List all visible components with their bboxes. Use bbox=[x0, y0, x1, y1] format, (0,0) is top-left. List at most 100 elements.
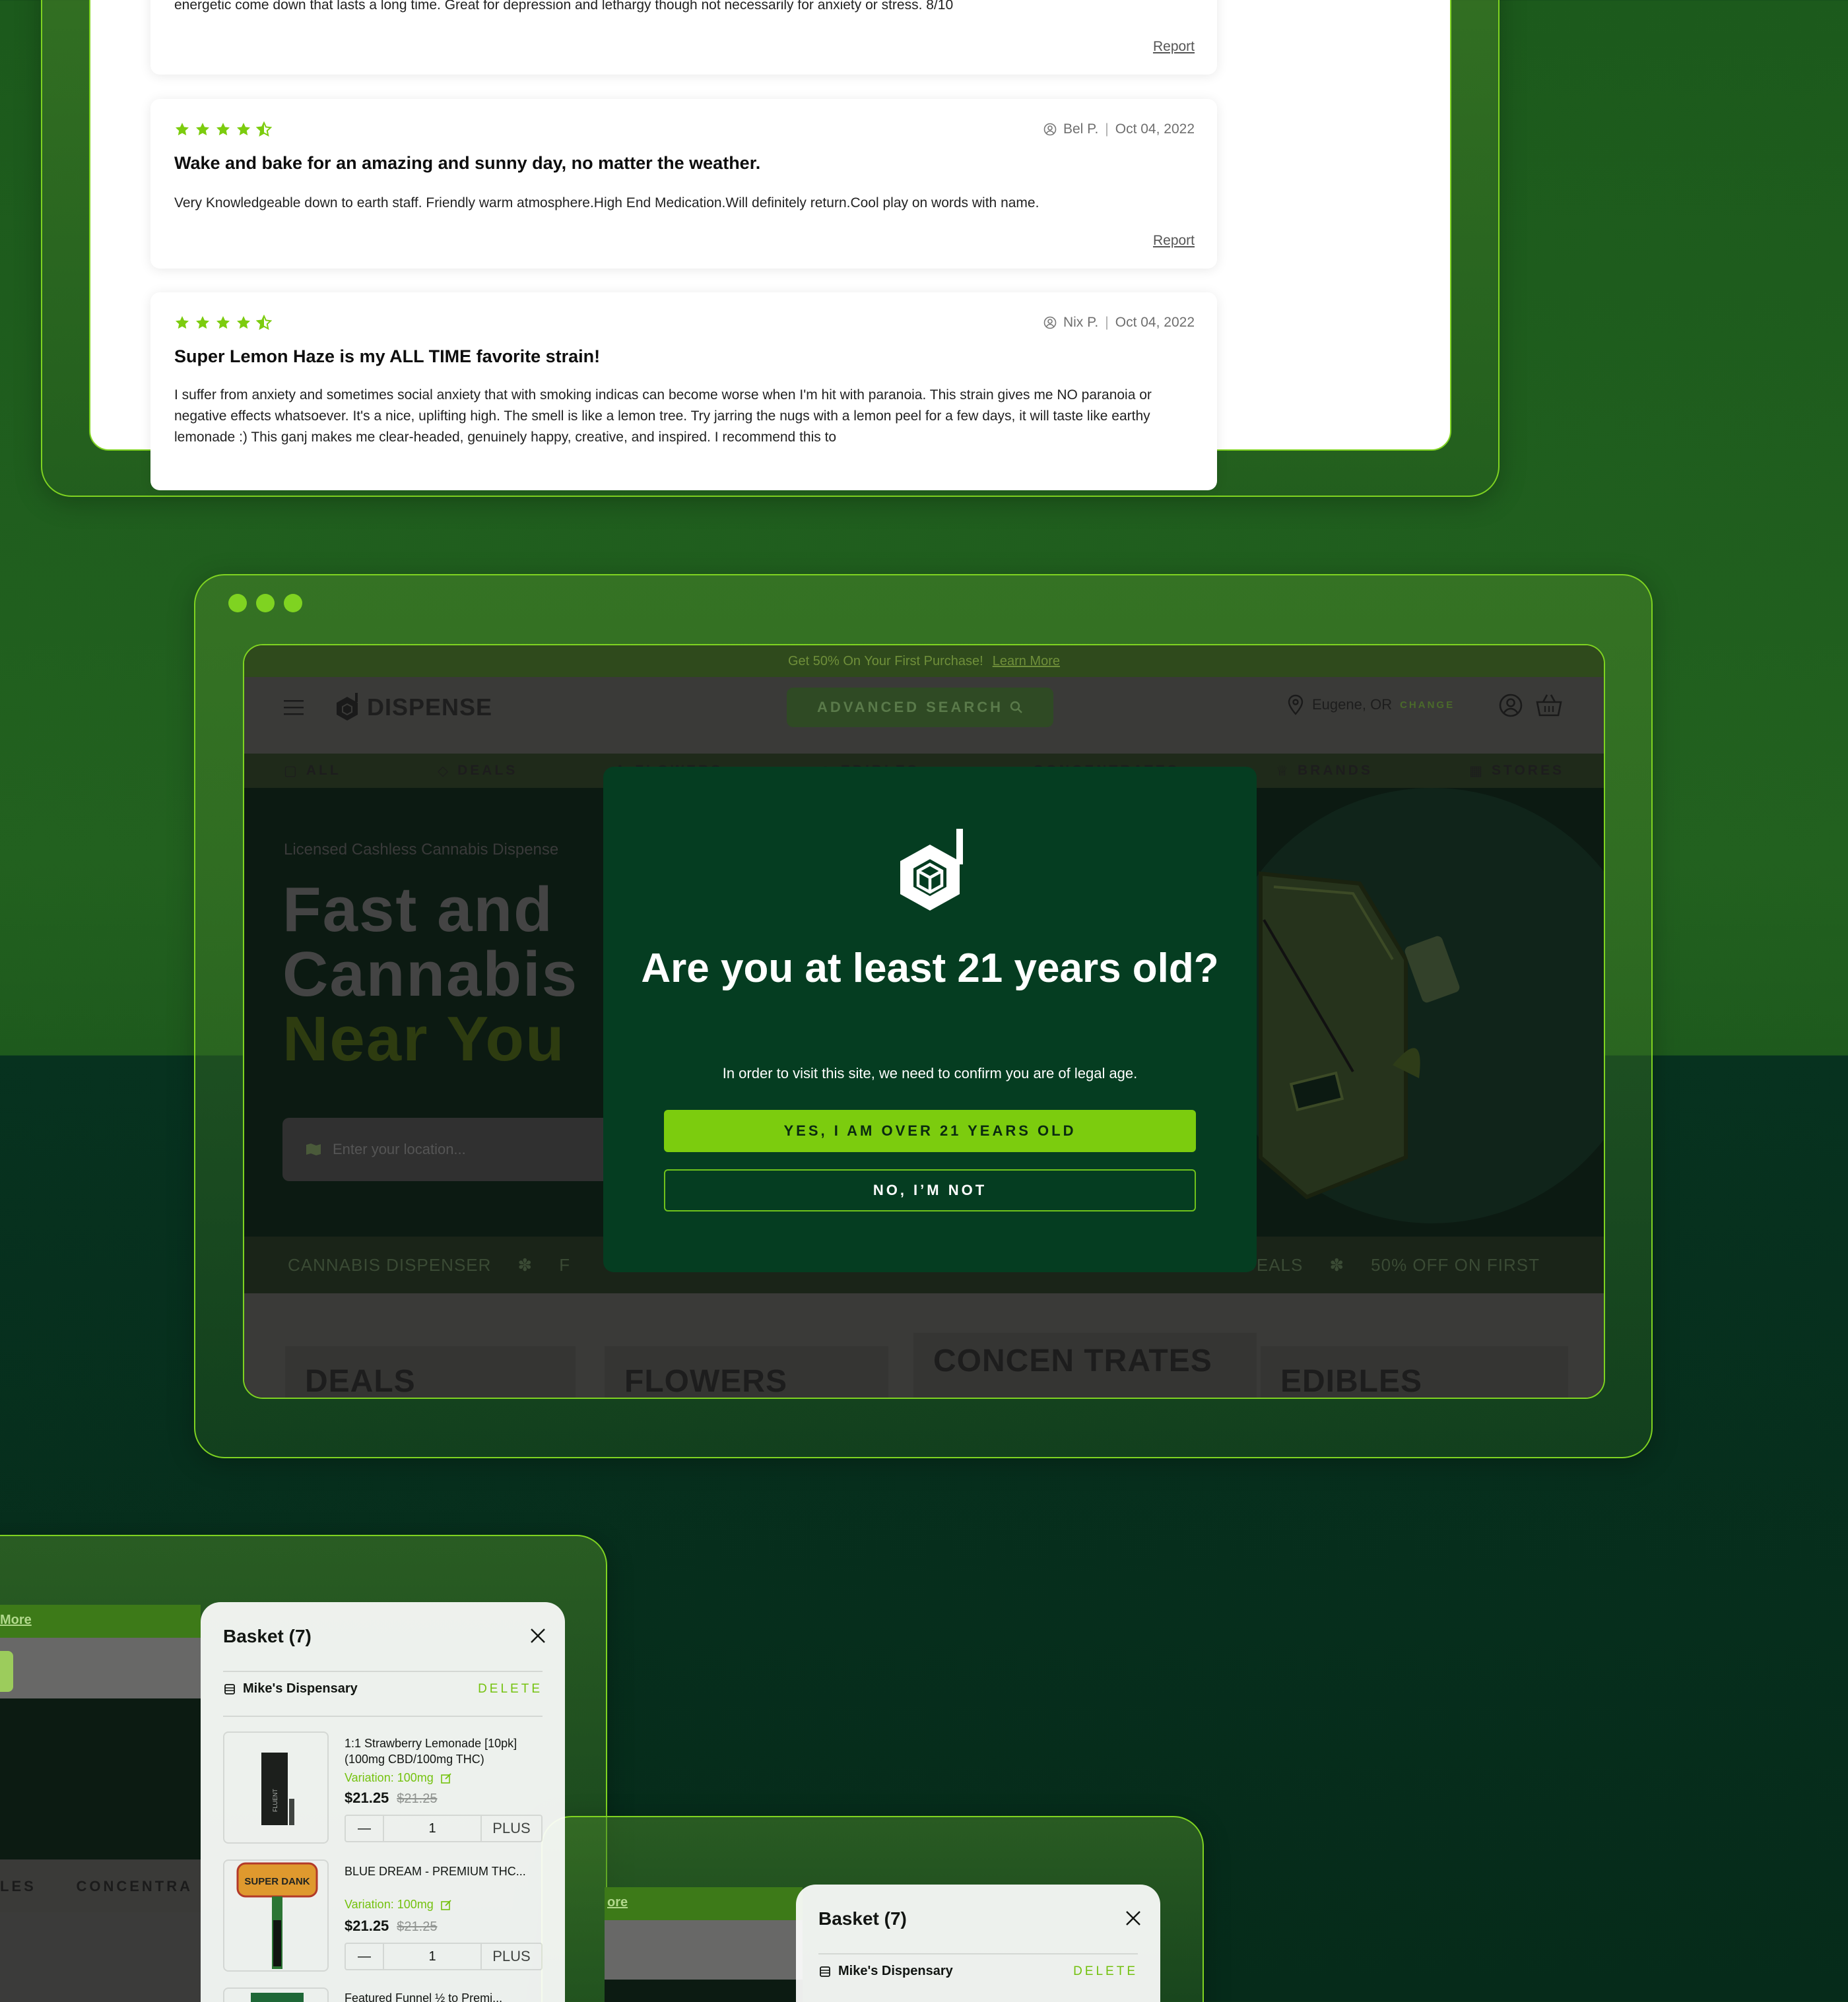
user-icon bbox=[1043, 123, 1057, 136]
advanced-search-label: ADVANCED SEARCH bbox=[816, 699, 1004, 715]
edit-icon[interactable] bbox=[440, 1899, 452, 1911]
logo-wordmark: DISPENSE bbox=[367, 694, 493, 721]
account-icon[interactable] bbox=[1498, 693, 1523, 718]
hamburger-menu-icon[interactable] bbox=[284, 699, 304, 715]
cannabis-leaf-icon: ✽ bbox=[517, 1254, 533, 1275]
window-dot bbox=[228, 594, 247, 612]
store-icon: ▦ bbox=[1469, 763, 1485, 779]
close-icon[interactable] bbox=[1125, 1910, 1142, 1927]
ticker-item: 50% OFF ON FIRST bbox=[1371, 1254, 1540, 1275]
delete-store-button[interactable]: DELETE bbox=[1073, 1964, 1138, 1979]
deny-age-button[interactable]: NO, I’M NOT bbox=[664, 1169, 1196, 1211]
decrease-qty-button[interactable]: — bbox=[346, 1816, 384, 1841]
increase-qty-button[interactable]: PLUS bbox=[480, 1816, 541, 1841]
site-header: DISPENSE ADVANCED SEARCH Eugene, OR CHAN… bbox=[244, 677, 1604, 754]
promo-link[interactable]: More bbox=[0, 1605, 201, 1638]
tag-icon: ◇ bbox=[437, 763, 451, 779]
category-card-flowers[interactable]: FLOWERS bbox=[605, 1346, 888, 1398]
half-star-icon bbox=[256, 121, 272, 137]
star-icon bbox=[237, 123, 250, 136]
delete-store-button[interactable]: DELETE bbox=[478, 1682, 543, 1696]
review-card: energetic come down that lasts a long ti… bbox=[150, 0, 1217, 75]
change-location-link[interactable]: CHANGE bbox=[1400, 699, 1455, 711]
star-icon bbox=[196, 316, 209, 329]
basket-icon[interactable] bbox=[1535, 693, 1563, 718]
basket-drawer: Basket (7) Mike's Dispensary DELETE bbox=[796, 1885, 1160, 2002]
window-dot bbox=[284, 594, 302, 612]
quantity-stepper: — 1 PLUS bbox=[345, 1815, 543, 1842]
review-meta: Nix P. | Oct 04, 2022 bbox=[1043, 315, 1195, 331]
variation-label: Variation: 100mg bbox=[345, 1898, 434, 1911]
quantity-value[interactable]: 1 bbox=[384, 1949, 480, 1964]
map-pin-icon bbox=[1288, 694, 1304, 715]
basket-item: FLUENT 1:1 Strawberry Lemonade [10pk] (1… bbox=[223, 1731, 543, 1844]
nav-label: STORES bbox=[1491, 763, 1564, 778]
quantity-value[interactable]: 1 bbox=[384, 1821, 480, 1836]
nav-item-deals[interactable]: ◇ DEALS bbox=[438, 763, 517, 779]
promo-bar: Get 50% On Your First Purchase! Learn Mo… bbox=[244, 645, 1604, 677]
store-name: Mike's Dispensary bbox=[838, 1964, 953, 1978]
review-card: Nix P. | Oct 04, 2022 Super Lemon Haze i… bbox=[150, 292, 1217, 490]
rating-stars bbox=[174, 315, 272, 331]
search-icon bbox=[1010, 701, 1022, 713]
confirm-age-button[interactable]: YES, I AM OVER 21 YEARS OLD bbox=[664, 1110, 1196, 1152]
basket-store-row: Mike's Dispensary DELETE bbox=[818, 1964, 1138, 1979]
star-icon bbox=[237, 316, 250, 329]
report-link[interactable]: Report bbox=[1153, 39, 1195, 55]
star-icon bbox=[176, 123, 189, 136]
cannabis-leaf-icon: ✽ bbox=[1329, 1254, 1345, 1275]
rating-stars bbox=[174, 121, 272, 137]
dispense-logo-icon bbox=[900, 829, 963, 911]
close-icon[interactable] bbox=[529, 1627, 546, 1644]
hero-heading-line: Cannabis bbox=[282, 939, 579, 1010]
dispense-logo-icon bbox=[337, 693, 358, 721]
half-star-icon bbox=[256, 315, 272, 331]
review-card: Bel P. | Oct 04, 2022 Wake and bake for … bbox=[150, 99, 1217, 269]
background-site-preview: More LES CONCENTRA bbox=[0, 1605, 201, 2002]
hero-heading-line: Near You bbox=[282, 1004, 566, 1074]
edit-icon[interactable] bbox=[440, 1772, 452, 1784]
window-dots bbox=[228, 594, 302, 612]
nav-item-brands[interactable]: ♕ BRANDS bbox=[1276, 763, 1373, 779]
basket-item: SUPER DANK BLUE DREAM - PREMIUM THC... V… bbox=[223, 1859, 543, 1972]
category-card-concentrates[interactable]: CONCEN TRATES bbox=[913, 1333, 1257, 1398]
advanced-search-button[interactable]: ADVANCED SEARCH bbox=[787, 688, 1053, 727]
star-icon bbox=[176, 316, 189, 329]
basket-title: Basket (7) bbox=[818, 1908, 907, 1929]
product-name: BLUE DREAM - PREMIUM THC... bbox=[345, 1865, 526, 1878]
crown-icon: ♕ bbox=[1276, 763, 1291, 779]
map-icon bbox=[306, 1144, 321, 1155]
hero-location-input[interactable]: Enter your location... bbox=[282, 1118, 652, 1181]
category-card-deals[interactable]: DEALS bbox=[285, 1346, 576, 1398]
product-thumbnail: FLUENT bbox=[223, 1731, 329, 1844]
category-card-edibles[interactable]: EDIBLES bbox=[1261, 1346, 1568, 1398]
basket-drawer: Basket (7) Mike's Dispensary DELETE FLUE… bbox=[201, 1602, 565, 2002]
nav-item-stores[interactable]: ▦ STORES bbox=[1469, 763, 1564, 779]
ticker-item: F bbox=[559, 1254, 571, 1275]
background-site-preview: ore bbox=[605, 1887, 803, 2002]
review-meta: Bel P. | Oct 04, 2022 bbox=[1043, 121, 1195, 137]
cartridge-image: SUPER DANK bbox=[236, 1862, 318, 1969]
promo-link[interactable]: ore bbox=[605, 1887, 803, 1920]
location-selector[interactable]: Eugene, OR CHANGE bbox=[1287, 694, 1455, 715]
site-logo[interactable]: DISPENSE bbox=[334, 692, 492, 723]
increase-qty-button[interactable]: PLUS bbox=[480, 1944, 541, 1969]
decrease-qty-button[interactable]: — bbox=[346, 1944, 384, 1969]
review-title: Wake and bake for an amazing and sunny d… bbox=[174, 153, 761, 173]
report-link[interactable]: Report bbox=[1153, 233, 1195, 249]
nav-item-all[interactable]: ▢ ALL bbox=[284, 763, 341, 779]
promo-learn-more-link[interactable]: Learn More bbox=[993, 654, 1060, 669]
original-price: $21.25 bbox=[397, 1792, 438, 1806]
basket-title: Basket (7) bbox=[223, 1626, 312, 1646]
modal-title: Are you at least 21 years old? bbox=[641, 946, 1219, 991]
promo-text: Get 50% On Your First Purchase! bbox=[788, 653, 983, 668]
ticker-item: CANNABIS DISPENSER bbox=[288, 1254, 492, 1275]
modal-text: In order to visit this site, we need to … bbox=[722, 1065, 1138, 1082]
product-name: 1:1 Strawberry Lemonade [10pk] (100mg CB… bbox=[345, 1737, 517, 1766]
current-price: $21.25 bbox=[345, 1918, 389, 1934]
review-title: Super Lemon Haze is my ALL TIME favorite… bbox=[174, 346, 601, 366]
review-body: Very Knowledgeable down to earth staff. … bbox=[174, 195, 1040, 210]
review-body: energetic come down that lasts a long ti… bbox=[174, 0, 954, 13]
product-thumbnail: SUPER DANK bbox=[223, 1859, 329, 1972]
location-placeholder: Enter your location... bbox=[333, 1141, 466, 1157]
